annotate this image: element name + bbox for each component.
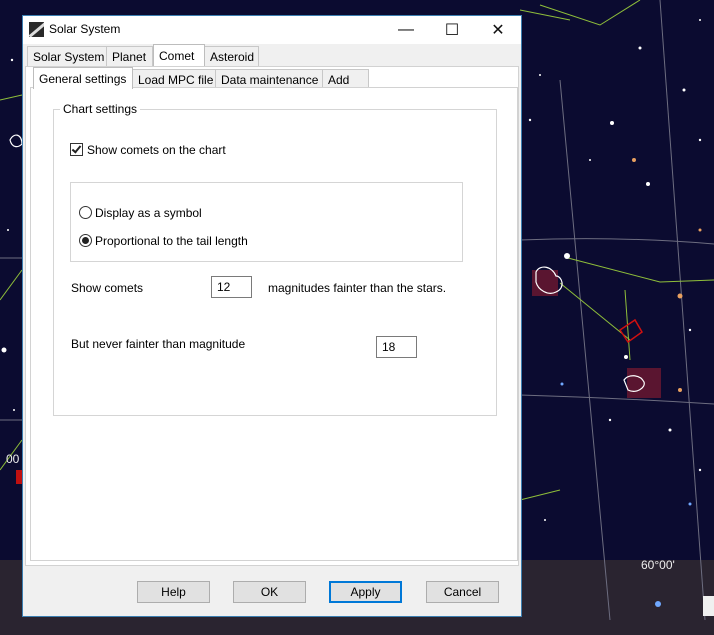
- window-title: Solar System: [49, 22, 121, 36]
- ok-button[interactable]: OK: [233, 581, 306, 603]
- tab-solar-system[interactable]: Solar System: [27, 46, 107, 66]
- radio-display-as-symbol-label[interactable]: Display as a symbol: [95, 206, 202, 220]
- tab-data-maintenance[interactable]: Data maintenance: [215, 69, 323, 89]
- sky-label-left: 00: [6, 452, 20, 466]
- cancel-button[interactable]: Cancel: [426, 581, 499, 603]
- show-comets-label: Show comets: [71, 281, 144, 295]
- radio-display-as-symbol[interactable]: [79, 206, 92, 219]
- app-icon: [29, 22, 44, 37]
- never-fainter-label: But never fainter than magnitude: [71, 337, 246, 351]
- general-settings-panel: Chart settings: [30, 87, 518, 561]
- tab-asteroid[interactable]: Asteroid: [204, 46, 259, 66]
- radio-proportional-tail-label[interactable]: Proportional to the tail length: [95, 234, 248, 248]
- chart-settings-label: Chart settings: [60, 102, 141, 116]
- tab-general-settings[interactable]: General settings: [33, 67, 133, 89]
- display-mode-group: [70, 182, 463, 262]
- maximize-button[interactable]: ☐: [429, 16, 475, 44]
- fainter-than-stars-label: magnitudes fainter than the stars.: [268, 281, 447, 295]
- apply-button[interactable]: Apply: [329, 581, 402, 603]
- sky-coordinate-label: 60°00': [641, 558, 675, 572]
- magnitude-offset-input[interactable]: 12: [211, 276, 252, 298]
- tab-add[interactable]: Add: [322, 69, 369, 89]
- show-comets-checkbox-label[interactable]: Show comets on the chart: [87, 143, 226, 157]
- tab-planet[interactable]: Planet: [106, 46, 153, 66]
- tab-comet[interactable]: Comet: [153, 44, 205, 66]
- help-button[interactable]: Help: [137, 581, 210, 603]
- minimize-button[interactable]: —: [383, 16, 429, 44]
- show-comets-checkbox[interactable]: [70, 143, 83, 156]
- limit-magnitude-input[interactable]: 18: [376, 336, 417, 358]
- main-tab-bar: Solar System Planet Comet Asteroid: [27, 44, 521, 67]
- solar-system-dialog: Solar System — ☐ ✕ Solar System Planet C…: [22, 15, 522, 617]
- tab-load-mpc-file[interactable]: Load MPC file: [132, 69, 216, 89]
- radio-proportional-tail[interactable]: [79, 234, 92, 247]
- close-button[interactable]: ✕: [475, 16, 521, 44]
- title-bar[interactable]: Solar System — ☐ ✕: [23, 16, 521, 44]
